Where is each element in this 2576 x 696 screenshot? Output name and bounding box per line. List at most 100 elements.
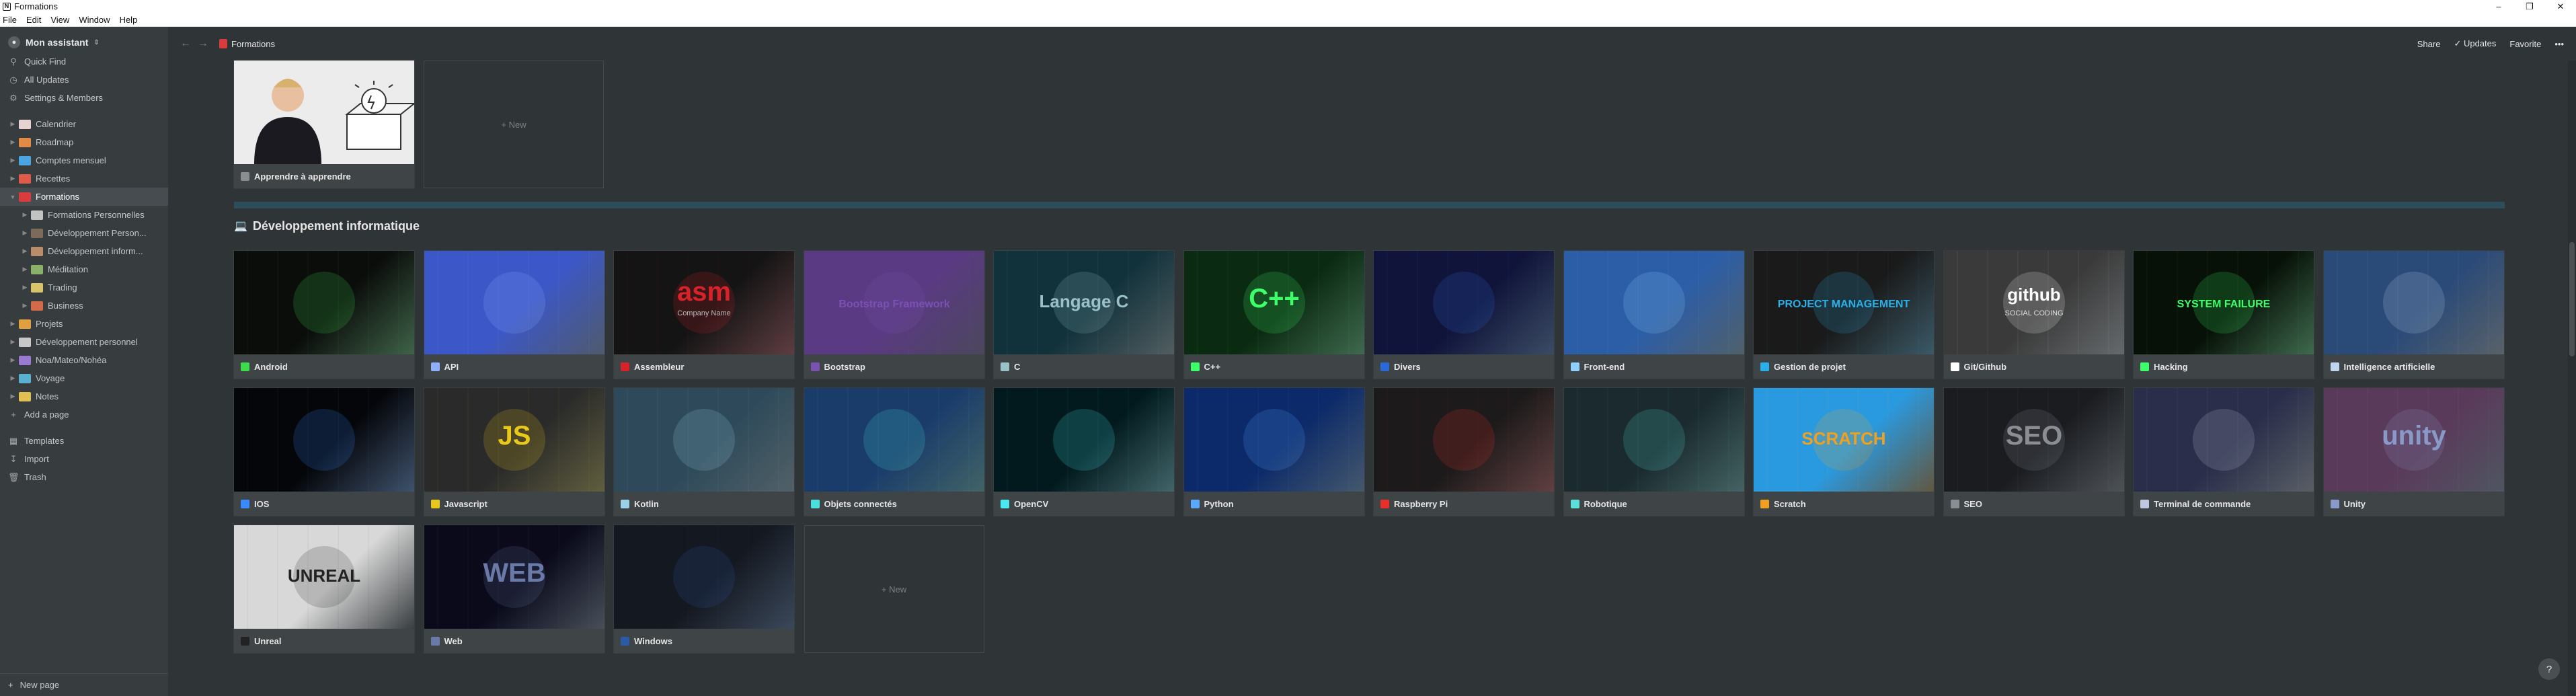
gallery-card-git-github[interactable]: github SOCIAL CODING Git/Github: [1943, 251, 2124, 379]
cover-text: Bootstrap Framework: [838, 299, 949, 310]
sidebar-page-noa-mateo-nohea[interactable]: ▶ Noa/Mateo/Nohéa: [0, 351, 168, 369]
toggle-arrow-icon[interactable]: ▶: [7, 320, 19, 327]
new-card-button[interactable]: + New: [804, 525, 984, 653]
gallery-card-unity[interactable]: unity Unity: [2323, 388, 2504, 516]
toggle-arrow-icon[interactable]: ▶: [7, 338, 19, 346]
sidebar-page-formations-personnelles[interactable]: ▶ Formations Personnelles: [0, 206, 168, 224]
sidebar-settings-members[interactable]: ⚙ Settings & Members: [0, 89, 168, 107]
toggle-arrow-icon[interactable]: ▶: [19, 266, 31, 273]
gallery-card-opencv[interactable]: OpenCV: [994, 388, 1174, 516]
gallery-card-hacking[interactable]: SYSTEM FAILURE Hacking: [2134, 251, 2314, 379]
card-title: Android: [254, 361, 288, 372]
toggle-arrow-icon[interactable]: ▶: [19, 302, 31, 309]
sidebar-page-formations[interactable]: ▼ Formations: [0, 188, 168, 206]
menu-file[interactable]: File: [3, 15, 17, 25]
toggle-arrow-icon[interactable]: ▶: [19, 211, 31, 219]
menu-window[interactable]: Window: [79, 15, 110, 25]
toggle-arrow-icon[interactable]: ▶: [7, 175, 19, 182]
toggle-arrow-icon[interactable]: ▶: [7, 157, 19, 164]
toggle-arrow-icon[interactable]: ▶: [7, 120, 19, 128]
toggle-arrow-icon[interactable]: ▶: [7, 375, 19, 382]
gallery-card-divers[interactable]: Divers: [1374, 251, 1554, 379]
sidebar-item-label: Templates: [24, 436, 65, 446]
favorite-button[interactable]: Favorite: [2509, 39, 2541, 49]
close-icon[interactable]: ✕: [2545, 0, 2576, 13]
gallery-card-web[interactable]: WEB Web: [424, 525, 604, 653]
sidebar-page-developpement-person[interactable]: ▶ Développement Person...: [0, 224, 168, 242]
gallery-card-ios[interactable]: IOS: [234, 388, 414, 516]
menu-view[interactable]: View: [50, 15, 69, 25]
help-button[interactable]: ?: [2538, 658, 2560, 680]
gallery-card-seo[interactable]: SEO SEO: [1943, 388, 2124, 516]
menu-edit[interactable]: Edit: [26, 15, 41, 25]
sidebar-page-trading[interactable]: ▶ Trading: [0, 278, 168, 297]
gallery-card-c[interactable]: C++ C++: [1183, 251, 1364, 379]
gallery-card-python[interactable]: Python: [1183, 388, 1364, 516]
gallery-card-robotique[interactable]: Robotique: [1563, 388, 1744, 516]
gallery-card-api[interactable]: API: [424, 251, 604, 379]
toggle-arrow-icon[interactable]: ▶: [19, 247, 31, 255]
gallery-card-objets-connectes[interactable]: Objets connectés: [804, 388, 984, 516]
page-emoji-icon: [31, 228, 43, 238]
minimize-icon[interactable]: –: [2483, 0, 2514, 13]
toggle-arrow-icon[interactable]: ▶: [7, 393, 19, 400]
gallery-card-gestion-de-projet[interactable]: PROJECT MANAGEMENT Gestion de projet: [1754, 251, 1934, 379]
gallery-card-front-end[interactable]: Front-end: [1563, 251, 1744, 379]
gallery-card-terminal-de-commande[interactable]: Terminal de commande: [2134, 388, 2314, 516]
sidebar-page-meditation[interactable]: ▶ Méditation: [0, 260, 168, 278]
gallery-card-javascript[interactable]: JS Javascript: [424, 388, 604, 516]
gallery-card-windows[interactable]: Windows: [614, 525, 794, 653]
sidebar-all-updates[interactable]: ◷ All Updates: [0, 71, 168, 89]
sidebar-quick-find[interactable]: ⚲ Quick Find: [0, 52, 168, 71]
workspace-switcher[interactable]: ● Mon assistant ⇕: [0, 32, 168, 52]
sidebar-page-voyage[interactable]: ▶ Voyage: [0, 369, 168, 387]
card-caption: Unreal: [234, 629, 414, 653]
gallery-card-apprendre[interactable]: Apprendre à apprendre: [234, 61, 414, 188]
sidebar-page-recettes[interactable]: ▶ Recettes: [0, 169, 168, 188]
back-arrow-icon[interactable]: ←: [180, 38, 191, 50]
forward-arrow-icon[interactable]: →: [198, 38, 208, 50]
breadcrumb[interactable]: Formations: [219, 39, 275, 49]
sidebar-item-label: All Updates: [24, 75, 69, 85]
sidebar-page-notes[interactable]: ▶ Notes: [0, 387, 168, 405]
workspace-avatar: ●: [8, 36, 20, 48]
sidebar-page-roadmap[interactable]: ▶ Roadmap: [0, 133, 168, 151]
sidebar-page-projets[interactable]: ▶ Projets: [0, 315, 168, 333]
sidebar-page-label: Noa/Mateo/Nohéa: [36, 355, 107, 365]
toggle-arrow-icon[interactable]: ▼: [7, 194, 19, 200]
scrollbar-thumb[interactable]: [2569, 242, 2575, 356]
new-card-button[interactable]: + New: [424, 61, 604, 188]
toggle-arrow-icon[interactable]: ▶: [7, 356, 19, 364]
add-page-button[interactable]: + Add a page: [0, 405, 168, 424]
card-cover: [1374, 251, 1554, 354]
gallery-card-kotlin[interactable]: Kotlin: [614, 388, 794, 516]
gallery-card-unreal[interactable]: UNREAL Unreal: [234, 525, 414, 653]
sidebar-page-comptes-mensuel[interactable]: ▶ Comptes mensuel: [0, 151, 168, 169]
gallery-card-assembleur[interactable]: asm Company Name Assembleur: [614, 251, 794, 379]
sidebar-page-business[interactable]: ▶ Business: [0, 297, 168, 315]
gallery-card-bootstrap[interactable]: Bootstrap Framework Bootstrap: [804, 251, 984, 379]
sidebar-page-developpement-personnel[interactable]: ▶ Développement personnel: [0, 333, 168, 351]
sidebar-import[interactable]: ↧ Import: [0, 450, 168, 468]
toggle-arrow-icon[interactable]: ▶: [19, 229, 31, 237]
gallery-card-c[interactable]: Langage C C: [994, 251, 1174, 379]
maximize-icon[interactable]: ❐: [2514, 0, 2545, 13]
updates-button[interactable]: ✓ Updates: [2454, 38, 2496, 49]
gallery-card-raspberry-pi[interactable]: Raspberry Pi: [1374, 388, 1554, 516]
menu-help[interactable]: Help: [120, 15, 138, 25]
scrollbar[interactable]: [2568, 61, 2576, 696]
toggle-arrow-icon[interactable]: ▶: [19, 284, 31, 291]
more-options-icon[interactable]: •••: [2554, 39, 2564, 49]
gallery-card-scratch[interactable]: SCRATCH Scratch: [1754, 388, 1934, 516]
sidebar-page-developpement-inform[interactable]: ▶ Développement inform...: [0, 242, 168, 260]
gallery-card-intelligence-artificielle[interactable]: Intelligence artificielle: [2323, 251, 2504, 379]
sidebar-trash[interactable]: 🗑 Trash: [0, 468, 168, 486]
share-button[interactable]: Share: [2417, 39, 2441, 49]
toggle-arrow-icon[interactable]: ▶: [7, 139, 19, 146]
card-cover: WEB: [424, 525, 604, 629]
new-page-button[interactable]: + New page: [0, 673, 168, 696]
cover-art: [1387, 388, 1539, 492]
sidebar-page-calendrier[interactable]: ▶ Calendrier: [0, 115, 168, 133]
sidebar-templates[interactable]: ▦ Templates: [0, 432, 168, 450]
gallery-card-android[interactable]: Android: [234, 251, 414, 379]
